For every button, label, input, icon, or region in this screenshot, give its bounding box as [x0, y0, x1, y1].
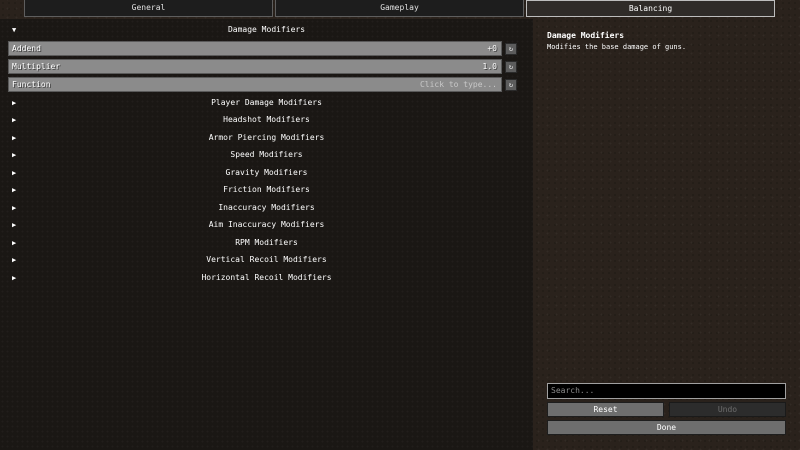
- triangle-right-icon: ▶: [12, 186, 17, 194]
- field-value: 1.0: [482, 62, 497, 71]
- reset-function-button[interactable]: ↻: [505, 79, 517, 91]
- subsection-label: Friction Modifiers: [223, 185, 310, 194]
- info-description: Modifies the base damage of guns.: [547, 43, 687, 51]
- subsection-inaccuracy[interactable]: ▶ Inaccuracy Modifiers: [0, 200, 533, 216]
- tab-general[interactable]: General: [24, 0, 273, 17]
- subsection-aim-inaccuracy[interactable]: ▶ Aim Inaccuracy Modifiers: [0, 217, 533, 233]
- triangle-right-icon: ▶: [12, 239, 17, 247]
- subsection-label: Vertical Recoil Modifiers: [206, 255, 327, 264]
- subsection-label: Speed Modifiers: [230, 150, 303, 159]
- subsection-label: Headshot Modifiers: [223, 115, 310, 124]
- field-value: +0: [487, 44, 497, 53]
- field-label: Addend: [12, 44, 41, 53]
- triangle-right-icon: ▶: [12, 99, 17, 107]
- subsection-vertical-recoil[interactable]: ▶ Vertical Recoil Modifiers: [0, 252, 533, 268]
- triangle-right-icon: ▶: [12, 116, 17, 124]
- done-button[interactable]: Done: [547, 420, 786, 435]
- subsection-label: Aim Inaccuracy Modifiers: [208, 220, 325, 229]
- triangle-down-icon: ▼: [12, 26, 17, 34]
- triangle-right-icon: ▶: [12, 204, 17, 212]
- triangle-right-icon: ▶: [12, 151, 17, 159]
- subsection-gravity[interactable]: ▶ Gravity Modifiers: [0, 165, 533, 181]
- field-label: Function: [12, 80, 51, 89]
- subsection-label: Horizontal Recoil Modifiers: [201, 273, 332, 282]
- subsection-headshot[interactable]: ▶ Headshot Modifiers: [0, 112, 533, 128]
- subsection-player-damage[interactable]: ▶ Player Damage Modifiers: [0, 95, 533, 111]
- subsection-label: Armor Piercing Modifiers: [208, 133, 325, 142]
- subsection-speed[interactable]: ▶ Speed Modifiers: [0, 147, 533, 163]
- function-field[interactable]: Function Click to type...: [8, 77, 502, 92]
- subsection-friction[interactable]: ▶ Friction Modifiers: [0, 182, 533, 198]
- subsection-rpm[interactable]: ▶ RPM Modifiers: [0, 235, 533, 251]
- addend-field[interactable]: Addend +0: [8, 41, 502, 56]
- reset-addend-button[interactable]: ↻: [505, 43, 517, 55]
- triangle-right-icon: ▶: [12, 169, 17, 177]
- triangle-right-icon: ▶: [12, 221, 17, 229]
- subsection-label: Inaccuracy Modifiers: [218, 203, 315, 212]
- section-title: Damage Modifiers: [227, 25, 306, 34]
- triangle-right-icon: ▶: [12, 134, 17, 142]
- field-placeholder: Click to type...: [419, 80, 497, 89]
- multiplier-field[interactable]: Multiplier 1.0: [8, 59, 502, 74]
- undo-button[interactable]: Undo: [669, 402, 786, 417]
- damage-modifiers-header[interactable]: ▼ Damage Modifiers: [0, 22, 533, 38]
- subsection-armor-piercing[interactable]: ▶ Armor Piercing Modifiers: [0, 130, 533, 146]
- triangle-right-icon: ▶: [12, 274, 17, 282]
- triangle-right-icon: ▶: [12, 256, 17, 264]
- subsection-horizontal-recoil[interactable]: ▶ Horizontal Recoil Modifiers: [0, 270, 533, 286]
- subsection-label: Gravity Modifiers: [225, 168, 308, 177]
- info-title: Damage Modifiers: [547, 31, 625, 40]
- reset-multiplier-button[interactable]: ↻: [505, 61, 517, 73]
- tab-bar: General Gameplay Balancing: [0, 0, 800, 18]
- search-input[interactable]: Search...: [547, 383, 786, 399]
- subsection-label: RPM Modifiers: [235, 238, 298, 247]
- field-label: Multiplier: [12, 62, 61, 71]
- tab-balancing[interactable]: Balancing: [526, 0, 775, 17]
- reset-button[interactable]: Reset: [547, 402, 664, 417]
- subsection-label: Player Damage Modifiers: [211, 98, 322, 107]
- tab-gameplay[interactable]: Gameplay: [275, 0, 524, 17]
